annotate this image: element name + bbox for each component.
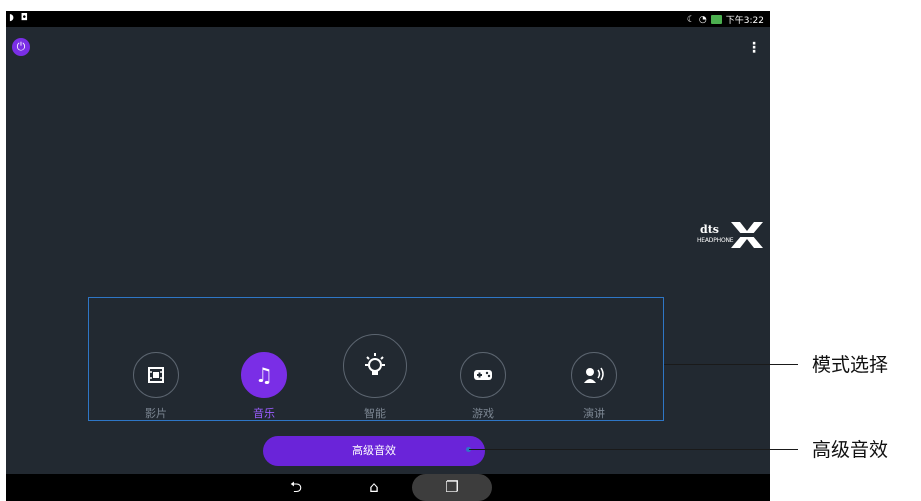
status-bar: ◗ ◘ ☾ ◔ 下午3:22 bbox=[6, 11, 770, 27]
logo-text-headphone: HEADPHONE bbox=[697, 237, 734, 244]
logo-text-dts: dts bbox=[700, 223, 719, 236]
dts-headphone-x-logo: dts HEADPHONE bbox=[696, 220, 766, 250]
film-icon bbox=[133, 352, 179, 398]
moon-icon: ☾ bbox=[686, 14, 695, 25]
more-menu-icon[interactable]: ⋮ bbox=[747, 41, 761, 55]
callout-label-mode-select: 模式选择 bbox=[812, 354, 889, 376]
mode-label-music: 音乐 bbox=[253, 407, 275, 420]
logo-x-mark bbox=[731, 222, 763, 248]
callout-label-advanced-sound: 高级音效 bbox=[812, 439, 889, 461]
mode-label-film: 影片 bbox=[145, 407, 167, 420]
callout-line-mode bbox=[664, 364, 798, 365]
recent-apps-icon[interactable]: ❐ bbox=[412, 474, 492, 501]
wifi-icon: ◔ bbox=[698, 14, 707, 25]
mode-game[interactable]: 游戏 bbox=[458, 352, 508, 421]
light-bulb-icon bbox=[343, 334, 407, 398]
mode-speech[interactable]: 演讲 bbox=[569, 352, 619, 421]
back-icon[interactable]: ⮌ bbox=[284, 474, 308, 501]
mode-selection-panel: 影片 ♫ 音乐 智能 游戏 演讲 bbox=[88, 297, 664, 421]
mode-label-smart: 智能 bbox=[364, 407, 386, 420]
music-note-icon: ♫ bbox=[241, 352, 287, 398]
mode-music[interactable]: ♫ 音乐 bbox=[239, 352, 289, 421]
power-icon[interactable]: ⏻ bbox=[12, 38, 30, 56]
mode-label-game: 游戏 bbox=[472, 407, 494, 420]
battery-icon bbox=[710, 15, 722, 24]
advanced-sound-button[interactable]: 高级音效 bbox=[263, 436, 485, 466]
speaker-person-icon bbox=[571, 352, 617, 398]
mode-film[interactable]: 影片 bbox=[131, 352, 181, 421]
navigation-bar: ⮌ ⌂ ❐ bbox=[6, 474, 770, 501]
gamepad-icon bbox=[460, 352, 506, 398]
status-time: 下午3:22 bbox=[725, 16, 764, 26]
notification-icons: ◗ ◘ bbox=[9, 13, 30, 23]
status-right: ☾ ◔ 下午3:22 bbox=[686, 13, 764, 27]
mode-label-speech: 演讲 bbox=[583, 407, 605, 420]
mode-smart[interactable]: 智能 bbox=[342, 334, 408, 421]
device-screen: ◗ ◘ ☾ ◔ 下午3:22 ⏻ ⋮ dts HEADPHONE 影片 ♫ 音乐 bbox=[6, 11, 770, 501]
callout-line-advanced bbox=[469, 449, 798, 450]
home-icon[interactable]: ⌂ bbox=[362, 474, 386, 501]
